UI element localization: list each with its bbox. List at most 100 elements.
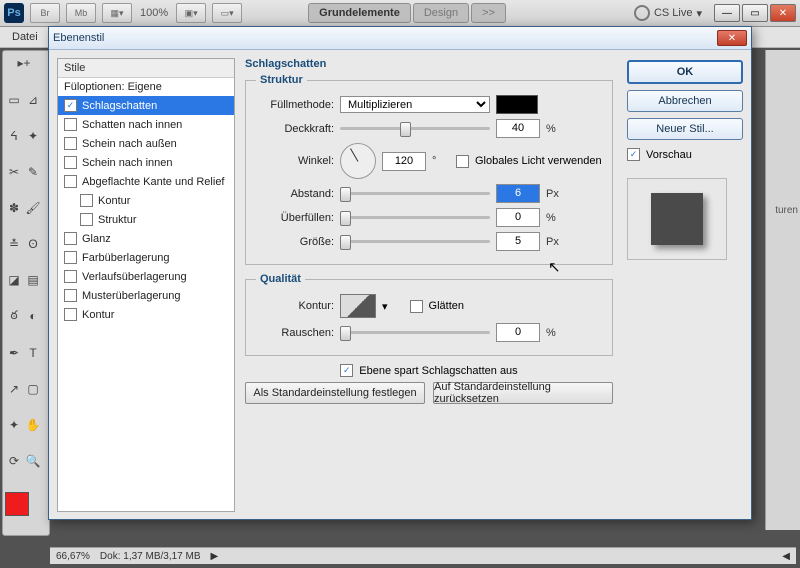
cslive-icon [634,5,650,21]
noise-value[interactable]: 0 [496,323,540,342]
preview-checkbox[interactable]: ✓ [627,148,640,161]
marquee-tool[interactable]: ▭ [5,91,23,109]
right-panels[interactable]: turen [765,50,800,530]
3d-tool[interactable]: ✦ [5,416,23,434]
rotate-tool[interactable]: ⟳ [5,452,23,470]
eyedropper-tool[interactable]: ✎ [24,163,42,181]
style-item-patternoverlay[interactable]: Musterüberlagerung [58,286,234,305]
crop-tool[interactable]: ✂ [5,163,23,181]
style-item-innershadow[interactable]: Schatten nach innen [58,115,234,134]
status-arrow-icon[interactable]: ▶ [211,551,219,562]
reset-default-button[interactable]: Auf Standardeinstellung zurücksetzen [433,382,613,404]
checkbox-icon[interactable] [64,270,77,283]
menu-file[interactable]: Datei [6,29,44,45]
status-doc-info[interactable]: Dok: 1,37 MB/3,17 MB [100,551,201,562]
checkbox-icon[interactable] [64,251,77,264]
dialog-close-button[interactable]: ✕ [717,30,747,46]
brush-tool[interactable]: 🖌 [24,199,42,217]
angle-dial[interactable] [340,143,376,179]
status-zoom[interactable]: 66,67% [56,551,90,562]
size-value[interactable]: 5 [496,232,540,251]
status-bar: 66,67% Dok: 1,37 MB/3,17 MB ▶ ◀ [50,547,796,564]
blur-tool[interactable]: ఠ [5,307,23,325]
workspace-tab-more[interactable]: >> [471,3,506,23]
pen-tool[interactable]: ✒ [5,344,23,362]
size-slider[interactable] [340,240,490,243]
checkbox-icon[interactable] [64,137,77,150]
heal-tool[interactable]: ✽ [5,199,23,217]
styles-header[interactable]: Stile [58,59,234,78]
eraser-tool[interactable]: ◪ [5,271,23,289]
shape-tool[interactable]: ▢ [24,380,42,398]
style-item-outerglow[interactable]: Schein nach außen [58,134,234,153]
opacity-value[interactable]: 40 [496,119,540,138]
new-style-button[interactable]: Neuer Stil... [627,118,743,140]
view-extras-button[interactable]: ▦▾ [102,3,132,23]
distance-value[interactable]: 6 [496,184,540,203]
style-item-dropshadow[interactable]: ✓Schlagschatten [58,96,234,115]
make-default-button[interactable]: Als Standardeinstellung festlegen [245,382,425,404]
distance-slider[interactable] [340,192,490,195]
window-close-button[interactable]: ✕ [770,4,796,22]
checkbox-icon[interactable] [64,175,77,188]
window-maximize-button[interactable]: ▭ [742,4,768,22]
blending-options-item[interactable]: Füloptionen: Eigene [58,78,234,96]
style-item-bevel-texture[interactable]: Struktur [58,210,234,229]
checkbox-icon[interactable] [64,232,77,245]
type-tool[interactable]: T [24,344,42,362]
workspace-tab-basics[interactable]: Grundelemente [308,3,411,23]
style-item-gradientoverlay[interactable]: Verlaufsüberlagerung [58,267,234,286]
history-brush-tool[interactable]: ʘ [24,235,42,253]
lasso-tool[interactable]: ᔦ [5,127,23,145]
style-item-stroke[interactable]: Kontur [58,305,234,324]
spread-slider[interactable] [340,216,490,219]
stamp-tool[interactable]: ≛ [5,235,23,253]
checkbox-checked-icon[interactable]: ✓ [64,99,77,112]
contour-picker[interactable] [340,294,376,318]
window-minimize-button[interactable]: ― [714,4,740,22]
style-item-bevel[interactable]: Abgeflachte Kante und Relief [58,172,234,191]
zoom-tool[interactable]: 🔍 [24,452,42,470]
minibridge-button[interactable]: Mb [66,3,96,23]
checkbox-icon[interactable] [80,194,93,207]
ruler-tool[interactable]: ⊿ [24,91,42,109]
checkbox-icon[interactable] [64,118,77,131]
checkbox-icon[interactable] [64,289,77,302]
angle-value[interactable]: 120 [382,152,426,171]
style-item-coloroverlay[interactable]: Farbüberlagerung [58,248,234,267]
cancel-button[interactable]: Abbrechen [627,90,743,112]
ok-button[interactable]: OK [627,60,743,84]
global-light-checkbox[interactable] [456,155,469,168]
cslive-label[interactable]: CS Live [654,7,693,19]
bridge-button[interactable]: Br [30,3,60,23]
shadow-color-swatch[interactable] [496,95,538,114]
checkbox-icon[interactable] [64,308,77,321]
gradient-tool[interactable]: ▤ [24,271,42,289]
opacity-slider[interactable] [340,127,490,130]
dropdown-icon[interactable]: ▾ [382,300,388,313]
move-tool[interactable]: ▸+ [5,53,43,73]
checkbox-icon[interactable] [80,213,93,226]
dialog-titlebar[interactable]: Ebenenstil ✕ [49,27,751,50]
blend-mode-select[interactable]: Multiplizieren [340,96,490,113]
workspace-tab-design[interactable]: Design [413,3,469,23]
dodge-tool[interactable]: ◐ [24,307,42,325]
hand-tool[interactable]: ✋ [24,416,42,434]
checkbox-icon[interactable] [64,156,77,169]
preview-swatch [627,178,727,260]
hscroll-left-icon[interactable]: ◀ [782,551,790,562]
arrange-button[interactable]: ▣▾ [176,3,206,23]
wand-tool[interactable]: ✦ [24,127,42,145]
style-item-innerglow[interactable]: Schein nach innen [58,153,234,172]
spread-value[interactable]: 0 [496,208,540,227]
antialias-checkbox[interactable] [410,300,423,313]
screen-mode-button[interactable]: ▭▾ [212,3,242,23]
zoom-label[interactable]: 100% [138,7,170,19]
style-item-bevel-contour[interactable]: Kontur [58,191,234,210]
noise-slider[interactable] [340,331,490,334]
quality-legend: Qualität [256,273,305,285]
path-tool[interactable]: ↗ [5,380,23,398]
style-item-satin[interactable]: Glanz [58,229,234,248]
knockout-checkbox[interactable]: ✓ [340,364,353,377]
foreground-color-swatch[interactable] [5,492,29,516]
